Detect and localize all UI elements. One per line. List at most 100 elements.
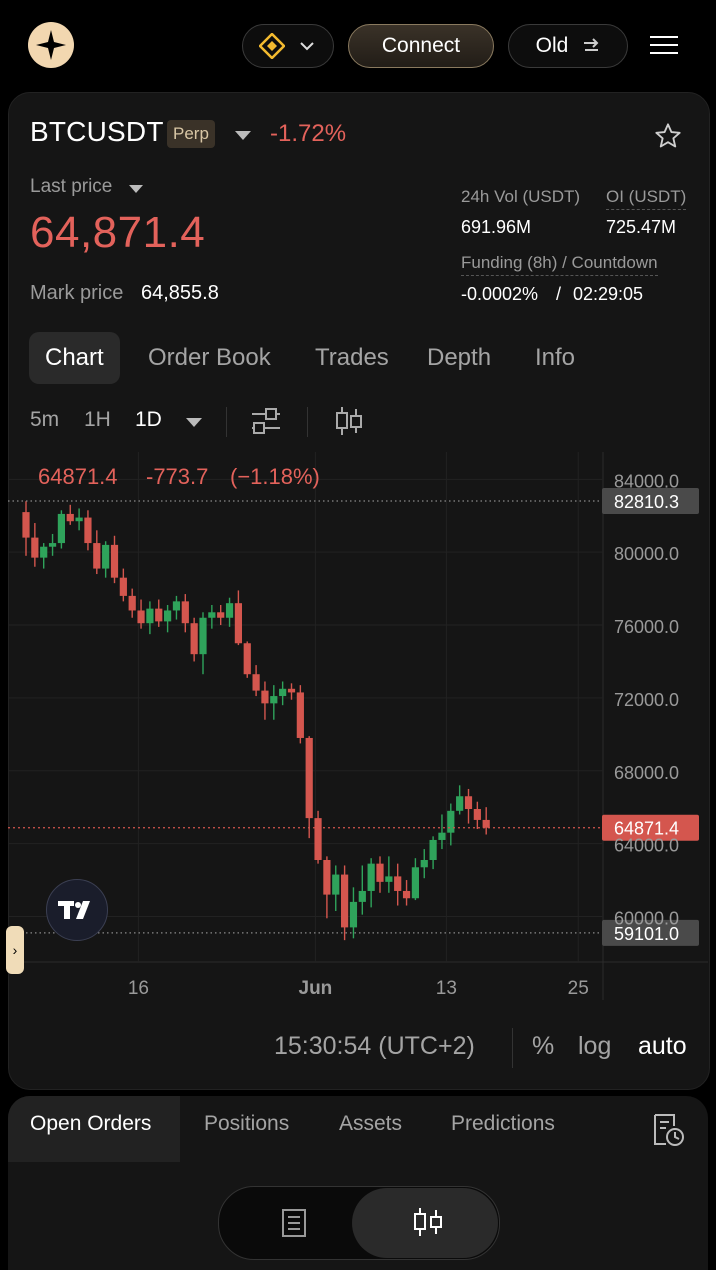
app-logo[interactable]: [28, 22, 74, 68]
candle-body: [199, 617, 207, 655]
candle-body: [411, 867, 419, 899]
candle-body: [456, 796, 464, 811]
volume-value: 691.96M: [461, 217, 532, 237]
swap-arrows-icon: [584, 38, 599, 51]
log-scale-toggle[interactable]: log: [578, 1032, 611, 1061]
tab-open-orders[interactable]: Open Orders: [30, 1112, 151, 1136]
y-axis: 84000.0 80000.0 76000.0 72000.0 68000.0 64000…: [614, 471, 679, 928]
candle-body: [128, 595, 136, 611]
bnb-chain-icon: [259, 33, 285, 59]
connect-button-label: Connect: [381, 34, 461, 57]
favorite-star-icon[interactable]: [654, 122, 682, 150]
y-tick-label: 80000.0: [614, 544, 679, 564]
candle-body: [22, 512, 30, 538]
candle-body: [367, 863, 375, 891]
candle-body: [208, 612, 216, 618]
candle-body: [252, 674, 260, 691]
y-tick-label: 76000.0: [614, 617, 679, 637]
candle-body: [243, 643, 251, 675]
open-interest-label[interactable]: OI (USDT): [606, 187, 687, 210]
last-price-dropdown-icon[interactable]: [129, 185, 143, 193]
chart-view-icon[interactable]: [412, 1206, 444, 1238]
hamburger-menu-icon[interactable]: [648, 30, 680, 62]
open-interest-value: 725.47M: [606, 217, 677, 237]
candle-body: [155, 608, 163, 622]
candle-body: [402, 890, 411, 899]
candle-body: [66, 513, 74, 522]
timeframe-dropdown-icon[interactable]: [186, 418, 202, 427]
candle-body: [181, 601, 189, 624]
volume-label: 24h Vol (USDT): [461, 187, 581, 206]
candle-body: [287, 688, 296, 693]
candle-body: [119, 577, 127, 596]
tab-assets[interactable]: Assets: [339, 1112, 402, 1136]
tradingview-logo[interactable]: [46, 879, 108, 941]
tab-chart[interactable]: Chart: [29, 332, 120, 384]
timeframe-1h[interactable]: 1H: [84, 408, 111, 432]
candle-body: [394, 876, 402, 891]
y-tick-label: 84000.0: [614, 471, 679, 491]
candle-body: [482, 819, 490, 828]
candle-body: [164, 610, 172, 622]
price-change-percent: -1.72%: [270, 120, 347, 147]
funding-label[interactable]: Funding (8h) / Countdown: [461, 253, 658, 276]
order-form-icon[interactable]: [280, 1208, 308, 1238]
mark-price-value: 64,855.8: [141, 282, 219, 304]
y-tick-label: 72000.0: [614, 690, 679, 710]
candle-body: [358, 890, 366, 902]
chart-grid: [8, 452, 708, 1000]
auto-scale-toggle[interactable]: auto: [638, 1032, 687, 1061]
candle-body: [234, 603, 242, 644]
y-tick-label: 68000.0: [614, 763, 679, 783]
candle-body: [420, 860, 428, 868]
tab-depth[interactable]: Depth: [427, 332, 491, 384]
candle-body: [102, 544, 110, 569]
tab-order-book[interactable]: Order Book: [148, 332, 271, 384]
candle-body: [270, 696, 278, 704]
last-price-value: 64,871.4: [30, 208, 206, 257]
tradingview-icon: [58, 901, 90, 919]
connect-button[interactable]: Connect: [348, 24, 494, 68]
candle-body: [137, 610, 145, 624]
tab-positions[interactable]: Positions: [204, 1112, 289, 1136]
candle-body: [225, 603, 234, 618]
candlestick-chart[interactable]: 82810.364871.459101.0 84000.080000.07600…: [8, 452, 708, 1000]
last-price-label[interactable]: Last price: [30, 176, 112, 198]
logo-star-icon: [36, 30, 66, 60]
candle-body: [438, 832, 446, 840]
candle-body: [84, 517, 92, 544]
indicators-icon[interactable]: [250, 406, 282, 436]
x-tick-label: Jun: [299, 978, 333, 999]
chart-legend-change: -773.7: [146, 464, 208, 489]
chart-clock[interactable]: 15:30:54 (UTC+2): [274, 1032, 475, 1061]
price-chart[interactable]: 82810.3 64871.4 59101.0 84000.0 80000.0 7600…: [8, 452, 708, 1000]
funding-rate-value: -0.0002%: [461, 284, 539, 304]
candle-body: [332, 874, 340, 895]
toolbar-divider: [226, 407, 227, 437]
symbol-dropdown-icon[interactable]: [235, 131, 251, 140]
x-axis: 16 Jun 13 25: [128, 978, 589, 999]
tab-trades[interactable]: Trades: [315, 332, 389, 384]
timeframe-1d[interactable]: 1D: [135, 408, 162, 432]
old-version-toggle[interactable]: Old: [508, 24, 628, 68]
symbol-title[interactable]: BTCUSDT: [30, 116, 164, 148]
timeframe-5m[interactable]: 5m: [30, 408, 59, 432]
candle-body: [93, 543, 101, 569]
candlestick-type-icon[interactable]: [334, 406, 364, 436]
mark-price-label: Mark price: [30, 282, 124, 304]
side-panel-handle[interactable]: ›: [6, 926, 24, 974]
candle-body: [75, 517, 83, 522]
chart-legend-price: 64871.4: [38, 464, 118, 489]
y-tick-label: 60000.0: [614, 908, 679, 928]
network-selector[interactable]: [242, 24, 334, 68]
tab-predictions[interactable]: Predictions: [451, 1112, 555, 1136]
percent-scale-toggle[interactable]: %: [532, 1032, 554, 1061]
candle-body: [217, 612, 225, 618]
candle-body: [305, 737, 313, 819]
footer-divider: [512, 1028, 513, 1068]
price-tag-label: 82810.3: [614, 492, 679, 512]
tab-info[interactable]: Info: [535, 332, 575, 384]
order-history-icon[interactable]: [650, 1112, 686, 1148]
candle-body: [172, 601, 181, 611]
candle-body: [57, 513, 65, 544]
